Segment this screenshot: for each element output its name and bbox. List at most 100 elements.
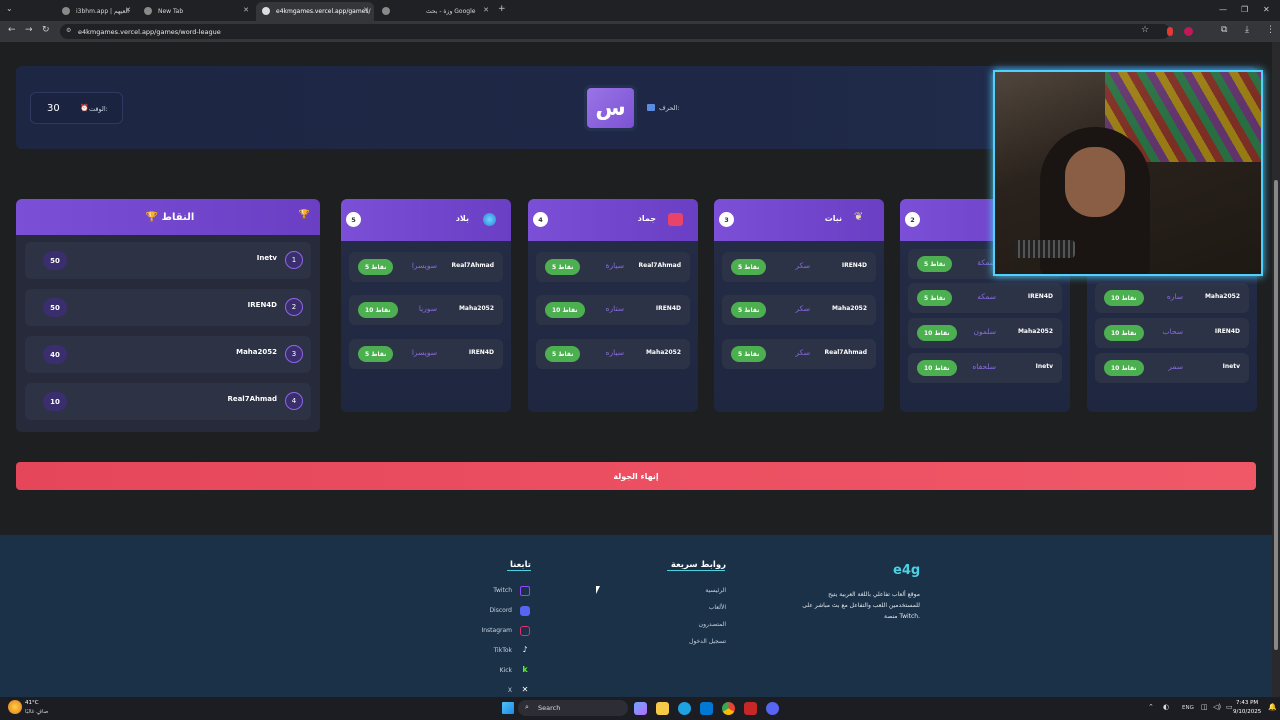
footer-link-login[interactable]: تسجيل الدخول	[689, 638, 726, 645]
answer-word: سكر	[795, 261, 810, 270]
forward-icon[interactable]: →	[25, 25, 33, 35]
footer-link-leaderboard[interactable]: المتصدرون	[699, 621, 726, 628]
scrollbar-thumb[interactable]	[1274, 180, 1278, 650]
file-explorer-icon[interactable]	[656, 702, 669, 715]
social-discord-label[interactable]: Discord	[489, 607, 512, 614]
discord-icon[interactable]	[520, 606, 530, 616]
tab-2[interactable]: New Tab ✕	[138, 2, 254, 21]
answer-word: ساره	[1166, 292, 1183, 301]
category-card-countries: 5 بلاد 5 نقاط سويسرا Real7Ahmad 10 نقاط سور…	[341, 199, 511, 412]
twitch-icon[interactable]	[520, 586, 530, 596]
app-icon[interactable]	[744, 702, 757, 715]
answer-word: سحاب	[1162, 327, 1183, 336]
url-field[interactable]: e4kmgames.vercel.app/games/word-league	[60, 24, 1170, 39]
tab-4[interactable]: وزة - بحث Google ✕	[376, 2, 494, 21]
score-player: IREN4D	[247, 301, 277, 309]
back-icon[interactable]: ←	[8, 25, 16, 35]
network-icon[interactable]: ◫	[1201, 703, 1208, 711]
social-instagram-label[interactable]: Instagram	[481, 627, 512, 634]
answer-word: سياره	[605, 348, 624, 357]
url-text: e4kmgames.vercel.app/games/word-league	[78, 27, 221, 36]
minimize-icon[interactable]: —	[1219, 5, 1227, 14]
tiktok-icon[interactable]: ♪	[520, 645, 530, 655]
answer-row: 10 نقاط سوريا Maha2052	[349, 295, 503, 325]
reload-icon[interactable]: ↻	[42, 25, 50, 35]
social-kick-label[interactable]: Kick	[500, 667, 512, 674]
discord-taskbar-icon[interactable]	[766, 702, 779, 715]
category-number: 2	[905, 212, 920, 227]
site-footer: e4g موقع ألعاب تفاعلي باللغة العربية يتي…	[0, 535, 1272, 697]
answer-word: سمكه	[977, 292, 996, 301]
answer-row: 5 نقاط سمكه IREN4D	[908, 283, 1062, 313]
footer-description-line-3: منصة Twitch.	[884, 613, 920, 620]
category-title: نبات	[824, 214, 842, 223]
volume-icon[interactable]: ◁)	[1213, 703, 1221, 711]
notification-icon[interactable]: 🔔	[1268, 703, 1277, 711]
social-x-label[interactable]: X	[508, 687, 512, 694]
site-info-icon[interactable]: ⚙	[66, 27, 71, 34]
window-close-icon[interactable]: ✕	[1263, 5, 1270, 14]
score-points: 10	[43, 392, 67, 411]
outlook-icon[interactable]	[700, 702, 713, 715]
category-header: 5 بلاد	[341, 199, 511, 241]
tab-3[interactable]: e4kmgames.vercel.app/games/✕	[256, 2, 374, 21]
instagram-icon[interactable]	[520, 626, 530, 636]
extension-icon[interactable]	[1184, 27, 1193, 36]
points-badge: 10 نقاط	[1104, 325, 1144, 341]
maximize-icon[interactable]: ❐	[1241, 5, 1248, 14]
tray-app-icon[interactable]: ◐	[1163, 703, 1169, 711]
close-icon[interactable]: ✕	[125, 6, 131, 14]
answer-row: 5 نقاط سويسرا IREN4D	[349, 339, 503, 369]
score-player: Inetv	[256, 254, 277, 262]
battery-icon[interactable]: ▭	[1226, 703, 1233, 711]
x-icon[interactable]: ✕	[520, 685, 530, 695]
close-icon[interactable]: ✕	[483, 6, 489, 14]
menu-icon[interactable]: ⋮	[1266, 25, 1275, 35]
answer-player: IREN4D	[655, 305, 681, 312]
footer-link-home[interactable]: الرئيسية	[705, 587, 726, 594]
answer-word: سلحفاه	[972, 362, 996, 371]
tab-search-icon[interactable]: ⌄	[6, 4, 13, 13]
quick-links-title: روابط سريعة	[670, 560, 726, 570]
points-badge: 5 نقاط	[358, 346, 394, 362]
language-indicator[interactable]: ENG	[1182, 705, 1194, 711]
points-badge: 5 نقاط	[731, 302, 767, 318]
new-tab-button[interactable]: +	[498, 4, 506, 14]
current-letter: س	[587, 88, 634, 128]
weather-temp: 41°C	[25, 700, 39, 706]
category-header: 4 جماد	[528, 199, 698, 241]
answer-row: 10 نقاط ستاره IREN4D	[536, 295, 690, 325]
tab-1[interactable]: i3bhm.app | العيهم ✕	[56, 2, 136, 21]
close-icon[interactable]: ✕	[243, 6, 249, 14]
clock-time[interactable]: 7:43 PM	[1236, 700, 1258, 706]
edge-icon[interactable]	[678, 702, 691, 715]
extensions-icon[interactable]: ⧉	[1221, 25, 1227, 35]
social-twitch-label[interactable]: Twitch	[493, 587, 512, 594]
extension-icon[interactable]	[1167, 27, 1173, 36]
windows-start-icon[interactable]	[502, 702, 514, 714]
weather-icon[interactable]	[8, 700, 22, 714]
answer-row: 10 نقاط سمر Inetv	[1095, 353, 1249, 383]
taskbar-search[interactable]: Search	[518, 700, 628, 716]
timer-value: 30	[47, 103, 60, 114]
category-title: بلاد	[455, 214, 469, 223]
answer-word: ستاره	[605, 304, 624, 313]
footer-link-games[interactable]: الألعاب	[709, 604, 726, 611]
social-tiktok-label[interactable]: TikTok	[494, 647, 512, 654]
category-number: 5	[346, 212, 361, 227]
answer-player: Maha2052	[1017, 328, 1053, 335]
clock-date[interactable]: 9/10/2025	[1233, 709, 1261, 715]
close-icon[interactable]: ✕	[363, 6, 369, 14]
bookmark-icon[interactable]: ☆	[1141, 25, 1149, 35]
scoreboard-title: النقاط	[161, 211, 195, 223]
search-icon: ⌕	[525, 703, 529, 711]
tab-1-label: i3bhm.app | العيهم	[76, 8, 129, 15]
end-round-button[interactable]: إنهاء الجولة	[16, 462, 1256, 490]
download-icon[interactable]: ⤓	[1245, 25, 1249, 35]
chrome-icon[interactable]	[722, 702, 735, 715]
webcam-overlay	[993, 70, 1263, 276]
copilot-icon[interactable]	[634, 702, 647, 715]
answer-row: 5 نقاط سكر IREN4D	[722, 252, 876, 282]
kick-icon[interactable]: k	[520, 665, 530, 675]
tray-chevron-icon[interactable]: ⌃	[1148, 703, 1154, 711]
